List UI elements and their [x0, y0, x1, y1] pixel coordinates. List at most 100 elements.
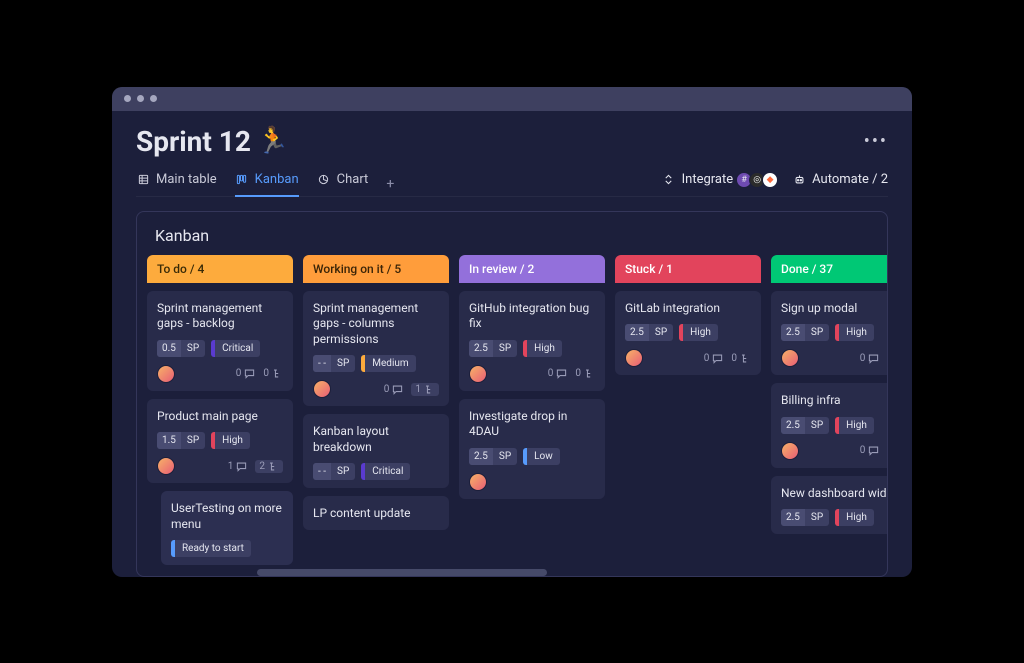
column-header[interactable]: Stuck / 1 [615, 255, 761, 283]
card-title: UserTesting on more menu [171, 501, 283, 532]
content-area: Sprint 12 🏃 ••• Main table Kanban [112, 111, 912, 577]
subitems-count[interactable]: 1 [411, 383, 439, 396]
comment-icon [236, 461, 247, 472]
comment-icon [392, 384, 403, 395]
subitems-icon [740, 353, 751, 364]
comments-count[interactable]: 1 [228, 461, 248, 472]
subitems-icon [584, 368, 595, 379]
window-dot [150, 95, 157, 102]
subitems-icon [424, 384, 435, 395]
tabs-left: Main table Kanban Chart + [136, 172, 394, 196]
column-done: Done / 37 Sign up modal 2.5SP High [771, 255, 887, 576]
kanban-card[interactable]: Investigate drop in 4DAU 2.5SP Low [459, 399, 605, 499]
story-points-badge: 0.5SP [157, 340, 205, 357]
avatar[interactable] [781, 349, 799, 367]
subitems-count[interactable]: 0 [575, 368, 595, 379]
card-stats: 0 0 [236, 368, 283, 379]
comments-count[interactable]: 0 [548, 368, 568, 379]
card-badges: Ready to start [171, 540, 283, 557]
card-stats: 0 0 [548, 368, 595, 379]
card-stats: 0 1 [384, 383, 439, 396]
kanban-card[interactable]: Kanban layout breakdown - -SP Critical [303, 414, 449, 488]
tab-label: Kanban [255, 172, 299, 187]
column-body: Sprint management gaps - columns permiss… [303, 283, 449, 531]
column-header[interactable]: To do / 4 [147, 255, 293, 283]
column-stuck: Stuck / 1 GitLab integration 2.5SP High [615, 255, 761, 576]
runner-emoji: 🏃 [257, 126, 289, 156]
column-header-label: To do / 4 [157, 262, 204, 276]
kanban-panel: Kanban To do / 4 Sprint management gaps … [136, 211, 888, 577]
priority-badge: High [835, 324, 874, 341]
status-badge: Ready to start [171, 540, 251, 557]
integrate-button[interactable]: Integrate # ◎ ◆ [662, 172, 779, 188]
kanban-subcard[interactable]: UserTesting on more menu Ready to start [161, 491, 293, 565]
card-badges: 2.5SP High [781, 417, 887, 434]
kanban-columns: To do / 4 Sprint management gaps - backl… [137, 255, 887, 576]
story-points-badge: 2.5SP [781, 417, 829, 434]
kanban-card[interactable]: Sprint management gaps - backlog 0.5SP C… [147, 291, 293, 391]
add-view-button[interactable]: + [386, 176, 394, 192]
comments-count[interactable]: 0 [860, 353, 880, 364]
card-badges: 2.5SP Low [469, 448, 595, 465]
subitems-count[interactable]: 2 [255, 460, 283, 473]
kanban-icon [235, 172, 249, 186]
header-row: Sprint 12 🏃 ••• [136, 125, 888, 158]
tab-kanban[interactable]: Kanban [235, 172, 299, 197]
tab-chart[interactable]: Chart [317, 172, 369, 195]
column-header-label: In review / 2 [469, 262, 534, 276]
subitems-icon [268, 461, 279, 472]
avatar[interactable] [625, 349, 643, 367]
comments-count[interactable]: 0 [384, 384, 404, 395]
card-badges: 2.5SP High [781, 324, 887, 341]
avatar[interactable] [781, 442, 799, 460]
avatar[interactable] [469, 473, 487, 491]
comments-count[interactable]: 0 [860, 445, 880, 456]
story-points-badge: 2.5SP [781, 509, 829, 526]
automate-button[interactable]: Automate / 2 [792, 172, 888, 187]
kanban-card[interactable]: Sprint management gaps - columns permiss… [303, 291, 449, 407]
card-title: Investigate drop in 4DAU [469, 409, 595, 440]
integrate-label: Integrate [682, 172, 734, 187]
tab-label: Chart [337, 172, 369, 187]
avatar[interactable] [313, 380, 331, 398]
column-header[interactable]: Working on it / 5 [303, 255, 449, 283]
kanban-card[interactable]: New dashboard widget 2.5SP High [771, 476, 887, 535]
more-menu-button[interactable]: ••• [864, 131, 888, 152]
card-title: GitLab integration [625, 301, 751, 317]
subitems-count[interactable]: 0 [263, 368, 283, 379]
tab-label: Main table [156, 172, 217, 187]
column-header[interactable]: In review / 2 [459, 255, 605, 283]
column-header[interactable]: Done / 37 [771, 255, 887, 283]
column-header-label: Stuck / 1 [625, 262, 673, 276]
kanban-card[interactable]: GitLab integration 2.5SP High 0 0 [615, 291, 761, 376]
story-points-badge: 1.5SP [157, 432, 205, 449]
window-titlebar [112, 87, 912, 111]
avatar[interactable] [157, 457, 175, 475]
card-title: Sprint management gaps - backlog [157, 301, 283, 332]
kanban-card[interactable]: Sign up modal 2.5SP High 0 0 [771, 291, 887, 376]
subitems-count[interactable]: 0 [731, 353, 751, 364]
horizontal-scrollbar[interactable] [257, 569, 547, 576]
avatar[interactable] [157, 365, 175, 383]
card-footer: 0 0 [625, 349, 751, 367]
priority-badge: Medium [361, 355, 415, 372]
card-footer [469, 473, 595, 491]
kanban-card[interactable]: Billing infra 2.5SP High 0 0 [771, 383, 887, 468]
avatar[interactable] [469, 365, 487, 383]
story-points-badge: - -SP [313, 463, 355, 480]
tab-main-table[interactable]: Main table [136, 172, 217, 195]
integration-badges: # ◎ ◆ [739, 172, 778, 188]
integrate-icon [662, 173, 676, 187]
kanban-card[interactable]: Product main page 1.5SP High 1 2 [147, 399, 293, 484]
automate-label: Automate / 2 [812, 172, 888, 187]
comments-count[interactable]: 0 [704, 353, 724, 364]
card-badges: 0.5SP Critical [157, 340, 283, 357]
kanban-card[interactable]: GitHub integration bug fix 2.5SP High 0 … [459, 291, 605, 391]
kanban-card[interactable]: LP content update [303, 496, 449, 530]
card-title: LP content update [313, 506, 439, 522]
app-window: Sprint 12 🏃 ••• Main table Kanban [112, 87, 912, 577]
comments-count[interactable]: 0 [236, 368, 256, 379]
card-title: Product main page [157, 409, 283, 425]
board-title[interactable]: Sprint 12 🏃 [136, 125, 289, 158]
priority-badge: High [835, 509, 874, 526]
